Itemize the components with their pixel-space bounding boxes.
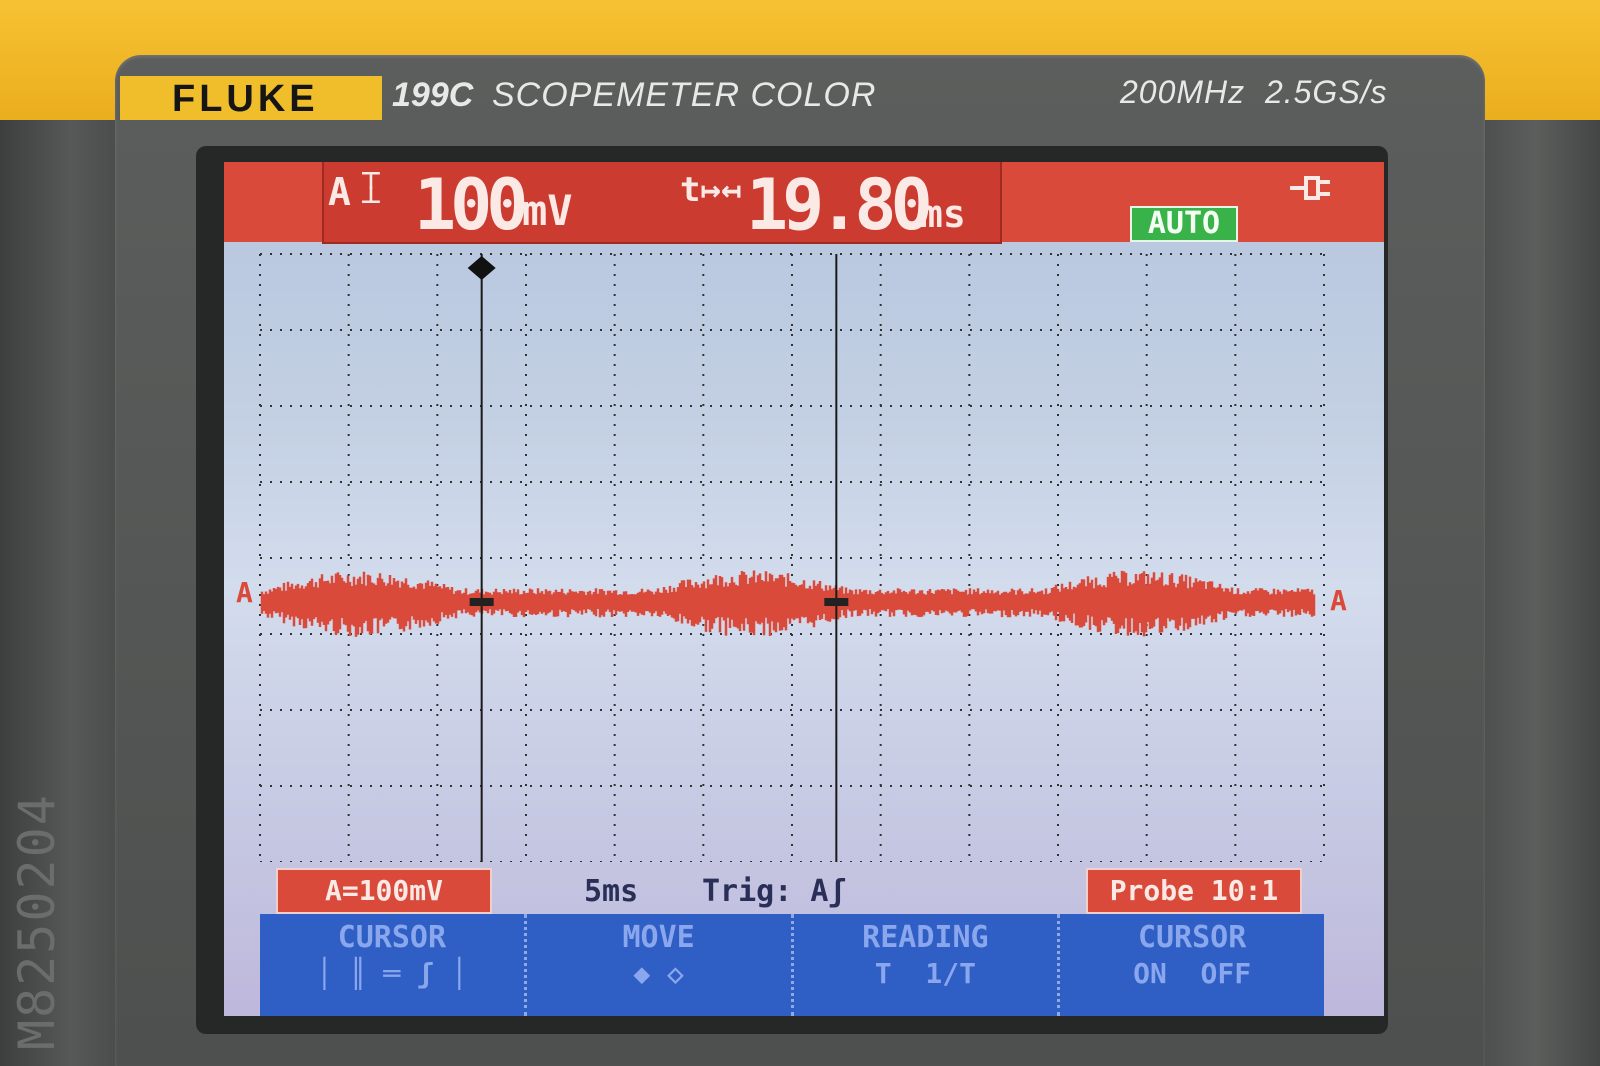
trigger-label: Trig: Aʃ — [702, 874, 847, 909]
model-name: SCOPEMETER COLOR — [492, 76, 877, 114]
channel-marker-right: A — [1330, 584, 1347, 617]
brand-logo: FLUKE — [172, 78, 319, 120]
softkey-title: CURSOR — [337, 920, 447, 955]
cursor-marker-2 — [824, 598, 849, 606]
softkey-title: MOVE — [622, 920, 695, 955]
softkey-menu: CURSOR │ ║ ═ ʃ │ MOVE ◆ ◇ READING T 1/T … — [260, 914, 1324, 1016]
softkey-options: ON OFF — [1133, 957, 1252, 990]
cursor-marker-1 — [469, 598, 494, 606]
scope-screen: A ⊤ ⊥ 100 mV t↦↤ 19.80 ms AUTO AA A=100mV… — [224, 162, 1384, 1016]
cursor-handle-icon — [467, 256, 496, 280]
softkey-move[interactable]: MOVE ◆ ◇ — [527, 914, 794, 1016]
softkey-cursor-onoff[interactable]: CURSOR ON OFF — [1060, 914, 1324, 1016]
waveform-display: AA — [236, 253, 1347, 862]
serial-number: M8250204 — [8, 793, 66, 1050]
softkey-title: READING — [862, 920, 989, 955]
model-number: 199C — [392, 76, 474, 114]
device-case-right — [1470, 120, 1600, 1066]
probe-setting-badge: Probe 10:1 — [1086, 868, 1302, 914]
softkey-title: CURSOR — [1137, 920, 1247, 955]
device-specs: 200MHz 2.5GS/s — [1120, 74, 1388, 110]
channel-marker-left: A — [236, 576, 253, 609]
softkey-reading[interactable]: READING T 1/T — [794, 914, 1061, 1016]
timebase-label: 5ms — [584, 874, 639, 909]
channel-scale-badge: A=100mV — [276, 868, 492, 914]
softkey-cursor-type[interactable]: CURSOR │ ║ ═ ʃ │ — [260, 914, 527, 1016]
softkey-options: │ ║ ═ ʃ │ — [316, 957, 468, 990]
waveform-trace-a — [260, 570, 1316, 637]
softkey-options: ◆ ◇ — [633, 957, 684, 990]
softkey-options: T 1/T — [874, 957, 976, 990]
